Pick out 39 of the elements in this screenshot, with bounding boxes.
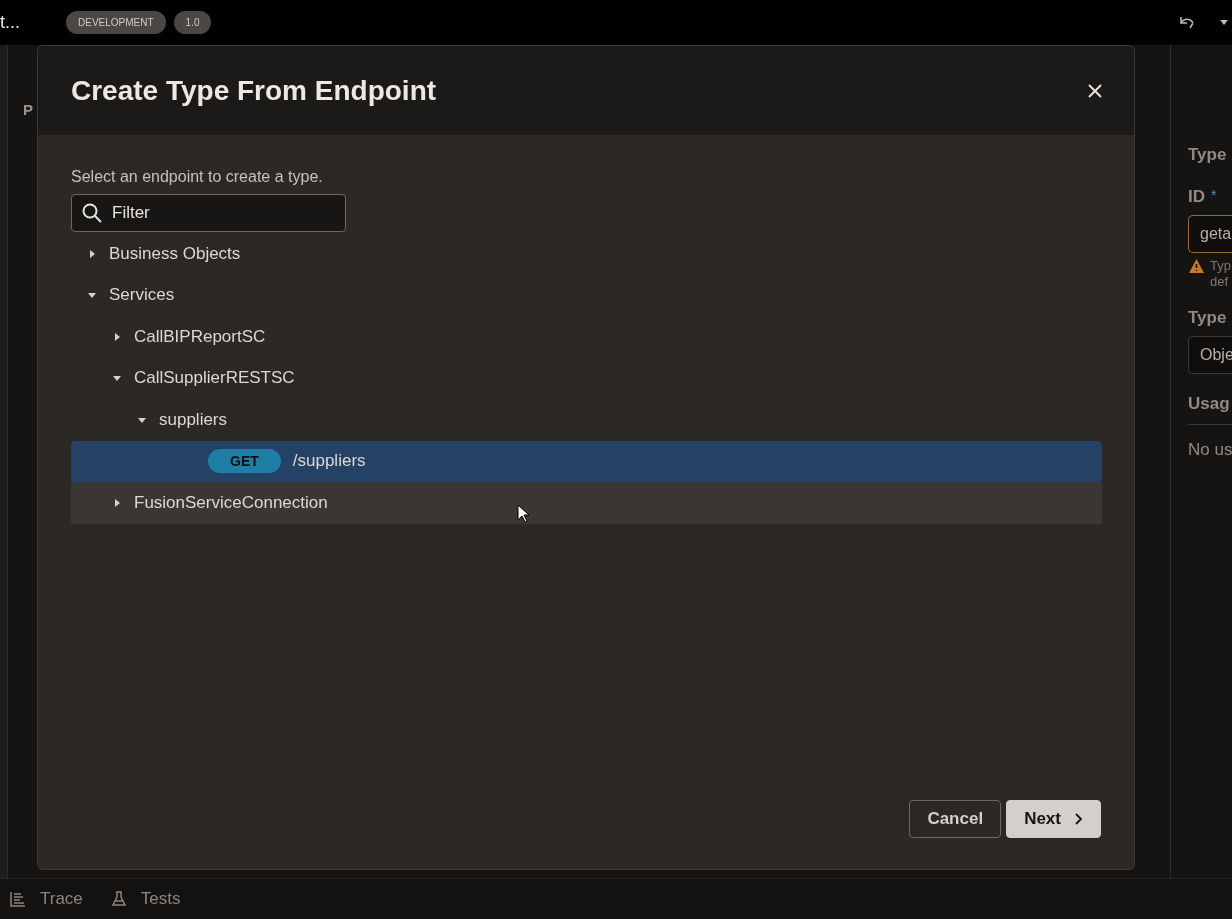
warning-icon bbox=[1188, 258, 1205, 274]
panel-tab[interactable]: Trace bbox=[10, 889, 97, 909]
tree-item[interactable]: Services bbox=[71, 274, 1102, 316]
mouse-pointer-icon bbox=[517, 504, 529, 523]
filter-field[interactable]: Filter bbox=[71, 194, 346, 232]
caret-right-icon[interactable] bbox=[112, 331, 122, 342]
status-badge: DEVELOPMENT bbox=[66, 11, 166, 34]
flask-icon bbox=[110, 891, 127, 907]
next-button[interactable]: Next bbox=[1006, 800, 1101, 838]
panel-tab[interactable]: Tests bbox=[110, 889, 195, 909]
warning-text: Typ bbox=[1210, 258, 1231, 274]
caret-down-icon[interactable] bbox=[1220, 19, 1228, 26]
tree-item[interactable]: GET /suppliers bbox=[71, 440, 1102, 482]
field-label: Type bbox=[1188, 308, 1228, 328]
tree-item[interactable]: FusionServiceConnection bbox=[71, 482, 1102, 524]
tree-item[interactable]: CallBIPReportSC bbox=[71, 316, 1102, 358]
undo-icon[interactable] bbox=[1178, 14, 1196, 31]
section-heading: Usag bbox=[1188, 394, 1231, 414]
tree-item[interactable]: suppliers bbox=[71, 399, 1102, 441]
app-title: t... bbox=[0, 12, 21, 33]
panel-heading: P bbox=[23, 101, 33, 118]
field-label: ID bbox=[1188, 187, 1205, 207]
method-badge: GET bbox=[208, 449, 281, 474]
cancel-button[interactable]: Cancel bbox=[909, 800, 1002, 838]
required-mark: * bbox=[1211, 187, 1217, 205]
status-badge: 1.0 bbox=[173, 11, 212, 34]
section-heading: Type bbox=[1188, 145, 1228, 165]
tree-item[interactable]: CallSupplierRESTSC bbox=[71, 357, 1102, 399]
tree-item[interactable]: Business Objects bbox=[71, 233, 1102, 275]
chevron-right-icon bbox=[1075, 813, 1083, 825]
list-icon bbox=[10, 891, 26, 907]
warning-text: def bbox=[1210, 274, 1230, 290]
id-field[interactable]: geta bbox=[1188, 215, 1232, 253]
instruction-text: Select an endpoint to create a type. bbox=[71, 168, 324, 186]
search-icon bbox=[82, 203, 102, 223]
caret-right-icon[interactable] bbox=[87, 248, 97, 259]
caret-right-icon[interactable] bbox=[112, 497, 122, 508]
usages-text: No us bbox=[1188, 440, 1232, 460]
dialog-title: Create Type From Endpoint bbox=[71, 74, 437, 107]
